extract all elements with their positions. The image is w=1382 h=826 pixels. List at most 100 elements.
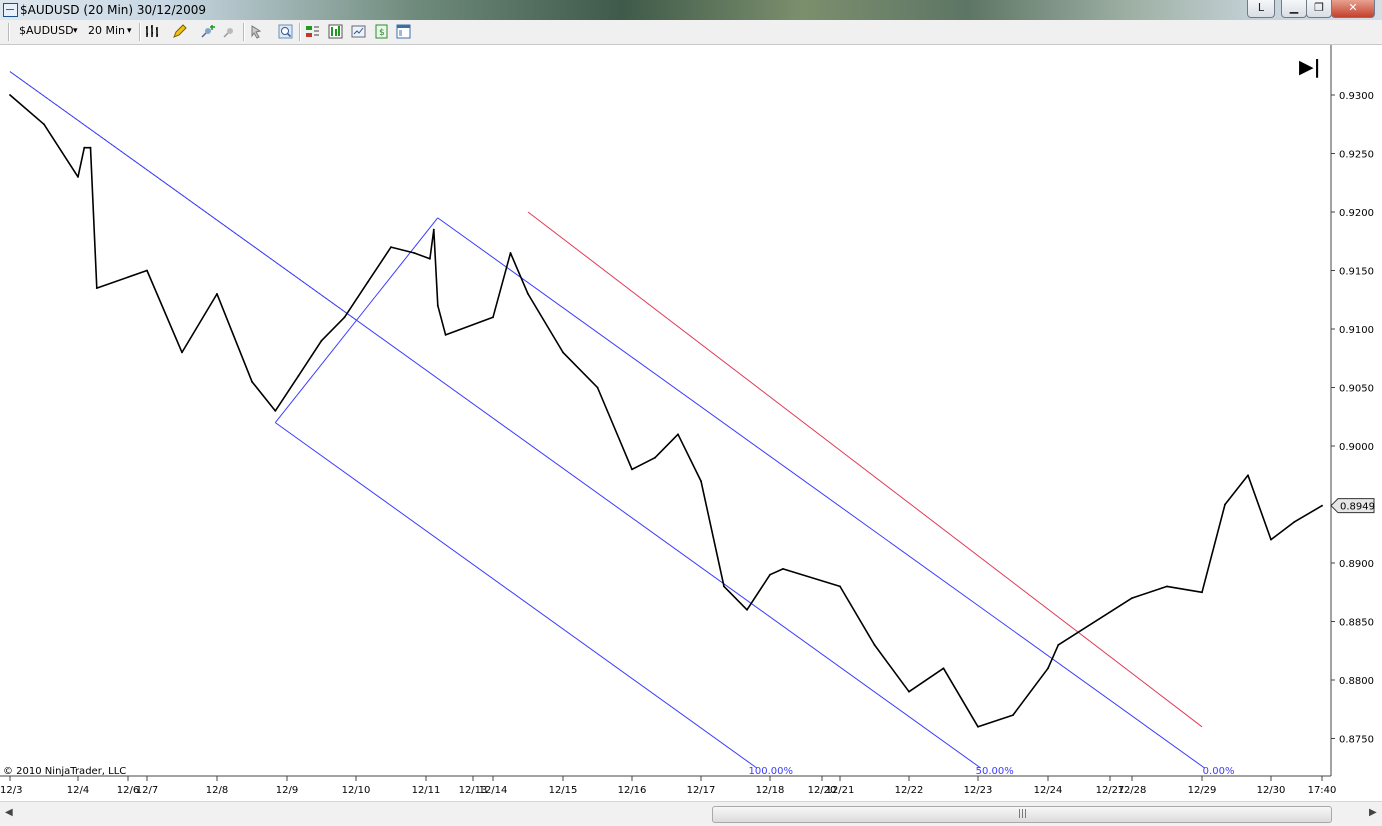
price-point <box>89 146 92 149</box>
strategy-icon[interactable] <box>222 24 237 39</box>
scroll-to-end-button[interactable]: ▶| <box>1299 56 1321 78</box>
price-point <box>700 480 702 482</box>
x-tick-label: 12/15 <box>549 785 578 796</box>
zoom-icon[interactable] <box>278 24 293 39</box>
price-point <box>181 351 183 354</box>
price-point <box>723 585 725 588</box>
price-point <box>1321 504 1323 507</box>
x-tick-label: 12/11 <box>412 785 441 796</box>
new-window-icon[interactable] <box>396 24 411 39</box>
price-point <box>677 433 679 436</box>
svg-text:$: $ <box>379 28 385 38</box>
price-point <box>432 228 435 231</box>
interval-selector[interactable]: 20 Min <box>88 24 125 37</box>
pitchfork-level-label: 100.00% <box>749 766 794 777</box>
x-tick-label: 12/16 <box>618 785 647 796</box>
chart-panel[interactable]: 0.9300 0.9250 0.9200 0.9150 0.9100 0.9050 0.90… <box>0 45 1382 801</box>
link-button[interactable]: L <box>1247 0 1275 18</box>
x-tick-label: 12/9 <box>276 785 298 796</box>
instrument-selector[interactable]: $AUDUSD <box>19 24 74 37</box>
price-point <box>1166 585 1168 588</box>
maximize-button[interactable]: ❐ <box>1306 0 1332 18</box>
price-point <box>1201 591 1203 594</box>
chart-trader-icon[interactable] <box>305 24 320 39</box>
price-point <box>366 281 369 284</box>
price-point <box>216 293 218 295</box>
price-point <box>942 667 945 670</box>
price-point <box>977 725 979 728</box>
price-point <box>782 568 784 570</box>
pencil-draw-icon[interactable] <box>172 24 187 39</box>
close-button[interactable]: ✕ <box>1331 0 1375 18</box>
scroll-right-icon[interactable]: ▶ <box>1369 807 1377 818</box>
horizontal-scrollbar[interactable]: ◀ ||| ▶ <box>0 801 1382 826</box>
price-point <box>43 123 45 126</box>
price-point <box>251 380 253 383</box>
x-tick-label: 12/10 <box>342 785 371 796</box>
data-box-icon[interactable] <box>328 24 343 39</box>
x-tick-label: 12/7 <box>136 785 158 796</box>
price-point <box>873 644 876 646</box>
interval-dropdown-icon[interactable]: ▾ <box>127 26 132 36</box>
price-chart[interactable]: 0.9300 0.9250 0.9200 0.9150 0.9100 0.9050 0.90… <box>0 45 1382 801</box>
price-point <box>1270 538 1272 541</box>
x-tick-label: 12/14 <box>479 785 508 796</box>
x-tick-label: 12/3 <box>0 785 22 796</box>
x-tick-label: 12/23 <box>964 785 993 796</box>
x-tick-label: 12/29 <box>1188 785 1217 796</box>
price-point <box>95 287 98 289</box>
price-point <box>908 690 910 693</box>
bar-type-icon[interactable] <box>145 24 160 39</box>
properties-icon[interactable] <box>351 24 366 39</box>
y-tick-label: 0.9150 <box>1339 267 1374 278</box>
price-point <box>631 468 633 471</box>
price-point <box>769 573 771 576</box>
x-tick-label: 12/28 <box>1118 785 1147 796</box>
scroll-left-icon[interactable]: ◀ <box>5 807 13 818</box>
pointer-icon[interactable] <box>249 24 264 39</box>
price-point <box>274 410 277 412</box>
price-point <box>9 94 11 96</box>
price-point <box>492 316 494 319</box>
x-tick-label: 12/30 <box>1257 785 1286 796</box>
price-point <box>596 386 599 389</box>
minimize-button[interactable]: ▁ <box>1281 0 1307 18</box>
price-point <box>77 176 79 178</box>
y-tick-label: 0.8850 <box>1339 618 1374 629</box>
y-tick-label: 0.9250 <box>1339 150 1374 161</box>
price-point <box>429 257 431 260</box>
price-point <box>83 146 86 149</box>
price-point <box>1247 474 1249 477</box>
price-point <box>343 316 346 319</box>
y-tick-label: 0.9300 <box>1339 91 1374 102</box>
pitchfork-level-label: 50.00% <box>976 766 1014 777</box>
snapshot-icon[interactable]: $ <box>374 24 389 39</box>
price-point <box>839 585 841 588</box>
x-tick-label: 17:40 <box>1308 785 1337 796</box>
y-tick-label: 0.9100 <box>1339 325 1374 336</box>
price-point <box>444 334 447 336</box>
toolbar-grip <box>8 23 10 41</box>
instrument-dropdown-icon[interactable]: ▾ <box>73 26 78 36</box>
window-titlebar[interactable]: $AUDUSD (20 Min) 30/12/2009 L ▁ ❐ ✕ <box>0 0 1382 20</box>
price-point <box>1057 644 1060 646</box>
y-tick-label: 0.9000 <box>1339 442 1374 453</box>
price-point <box>320 339 323 342</box>
scrollbar-thumb[interactable]: ||| <box>712 806 1332 823</box>
y-tick-label: 0.9200 <box>1339 208 1374 219</box>
price-point <box>390 246 392 249</box>
pitchfork-level-label: 0.00% <box>1203 766 1235 777</box>
chart-toolbar: $AUDUSD ▾ 20 Min ▾ $ <box>0 20 1382 45</box>
y-tick-label: 0.9050 <box>1339 384 1374 395</box>
scrollbar-grip-icon: ||| <box>1018 809 1028 819</box>
y-tick-label: 0.8750 <box>1339 735 1374 746</box>
price-point <box>746 608 748 611</box>
x-tick-label: 12/24 <box>1034 785 1063 796</box>
x-tick-label: 12/4 <box>67 785 89 796</box>
price-point <box>1293 521 1295 523</box>
price-point <box>527 293 529 295</box>
price-point <box>1012 714 1014 716</box>
add-indicator-icon[interactable] <box>200 24 215 39</box>
price-point <box>1224 503 1226 506</box>
price-point <box>654 456 656 459</box>
